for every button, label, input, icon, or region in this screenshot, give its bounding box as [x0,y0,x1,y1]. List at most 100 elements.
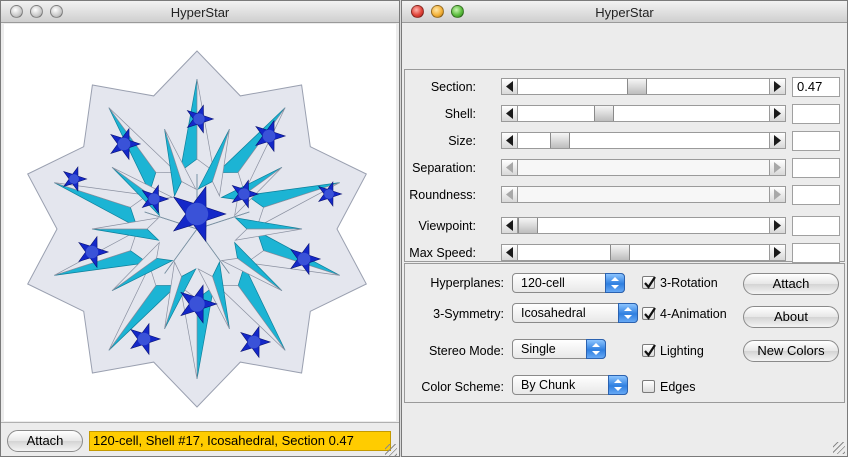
slider-value-field[interactable] [792,243,840,263]
slider-value-field[interactable] [792,131,840,151]
arrow-left-icon[interactable] [502,160,518,175]
edges-label: Edges [660,380,696,394]
slider-label: Max Speed: [409,246,476,260]
slider-track[interactable] [501,186,786,203]
stereo-label: Stereo Mode: [428,344,504,358]
slider-label: Separation: [412,161,476,175]
facet-blue-center [247,335,261,349]
lighting-label: Lighting [660,344,704,358]
edges-checkbox[interactable] [642,380,655,393]
facet-blue-center [297,252,311,266]
popup-arrows-icon [618,303,638,323]
hyperplanes-popup[interactable]: 120-cell [512,273,625,293]
attach-button[interactable]: Attach [743,273,839,295]
symmetry-popup[interactable]: Icosahedral [512,303,638,323]
window-title: HyperStar [595,5,654,20]
checkmark-icon [644,276,656,289]
slider-value-field[interactable] [792,158,840,178]
arrow-right-icon[interactable] [769,133,785,148]
facet-blue-center [324,189,334,199]
arrow-left-icon[interactable] [502,133,518,148]
facet-blue-center [117,137,131,151]
slider-thumb[interactable] [627,79,647,94]
slider-thumb[interactable] [594,106,614,121]
rotation-label: 3-Rotation [660,276,718,290]
about-button[interactable]: About [743,306,839,328]
hyperplanes-value: 120-cell [521,276,565,290]
arrow-left-icon[interactable] [502,218,518,233]
facet-blue-center [137,332,151,346]
stereo-value: Single [521,342,556,356]
facet-blue-center [262,129,276,143]
slider-track[interactable] [501,159,786,176]
popup-arrows-icon [608,375,628,395]
color-scheme-popup[interactable]: By Chunk [512,375,628,395]
status-text: 120-cell, Shell #17, Icosahedral, Sectio… [89,431,391,451]
slider-row: Section: 0.47 [405,76,844,98]
hyperstar-controls-window: HyperStar Section: 0.47 Shell: Size: Separat… [401,0,848,457]
resize-grip-icon[interactable] [833,442,845,454]
slider-value-field[interactable]: 0.47 [792,77,840,97]
arrow-left-icon[interactable] [502,106,518,121]
popup-arrows-icon [586,339,606,359]
slider-track[interactable] [501,105,786,122]
arrow-left-icon[interactable] [502,187,518,202]
polytope-render[interactable] [4,24,396,421]
slider-label: Size: [448,134,476,148]
facet-blue-center [238,188,250,200]
slider-label: Viewpoint: [418,219,476,233]
hyperstar-view-window: HyperStar Attach 120-cell, Shell #17, Ic… [0,0,400,457]
slider-value-field[interactable] [792,104,840,124]
slider-thumb[interactable] [610,245,630,260]
facet-blue-center [189,296,205,312]
facet-blue-center [193,113,205,125]
arrow-right-icon[interactable] [769,187,785,202]
hyperplanes-label: Hyperplanes: [430,276,504,290]
slider-track[interactable] [501,132,786,149]
arrow-right-icon[interactable] [769,160,785,175]
slider-row: Max Speed: [405,242,844,264]
popup-arrows-icon [605,273,625,293]
symmetry-label: 3-Symmetry: [433,307,504,321]
slider-thumb[interactable] [518,218,538,233]
sliders-panel: Section: 0.47 Shell: Size: Separation: Roundn… [404,69,845,264]
attach-button-left[interactable]: Attach [7,430,83,452]
arrow-right-icon[interactable] [769,245,785,260]
slider-row: Separation: [405,157,844,179]
animation-checkbox[interactable] [642,307,656,320]
arrow-left-icon[interactable] [502,245,518,260]
color-scheme-label: Color Scheme: [421,380,504,394]
slider-label: Roundness: [409,188,476,202]
symmetry-value: Icosahedral [521,306,586,320]
slider-row: Size: [405,130,844,152]
slider-row: Shell: [405,103,844,125]
animation-label: 4-Animation [660,307,727,321]
slider-track[interactable] [501,217,786,234]
arrow-right-icon[interactable] [769,218,785,233]
rotation-checkbox[interactable] [642,276,656,289]
checkmark-icon [644,307,656,320]
window-title: HyperStar [170,5,230,20]
arrow-left-icon[interactable] [502,79,518,94]
polytope-canvas[interactable] [4,24,396,421]
left-titlebar[interactable]: HyperStar [1,1,399,23]
slider-track[interactable] [501,78,786,95]
slider-value-field[interactable] [792,216,840,236]
facet-blue-center [69,174,79,184]
arrow-right-icon[interactable] [769,79,785,94]
stereo-popup[interactable]: Single [512,339,606,359]
lighting-checkbox[interactable] [642,344,656,357]
controls-panel: Hyperplanes: 120-cell 3-Rotation Attach … [404,263,845,403]
arrow-right-icon[interactable] [769,106,785,121]
slider-value-field[interactable] [792,185,840,205]
new-colors-button[interactable]: New Colors [743,340,839,362]
right-titlebar[interactable]: HyperStar [402,1,847,23]
resize-grip-icon[interactable] [385,444,397,456]
color-scheme-value: By Chunk [521,378,576,392]
facet-blue-center [185,202,209,226]
slider-track[interactable] [501,244,786,261]
slider-row: Roundness: [405,184,844,206]
facet-blue-center [148,193,160,205]
slider-label: Shell: [444,107,476,121]
slider-thumb[interactable] [550,133,570,148]
